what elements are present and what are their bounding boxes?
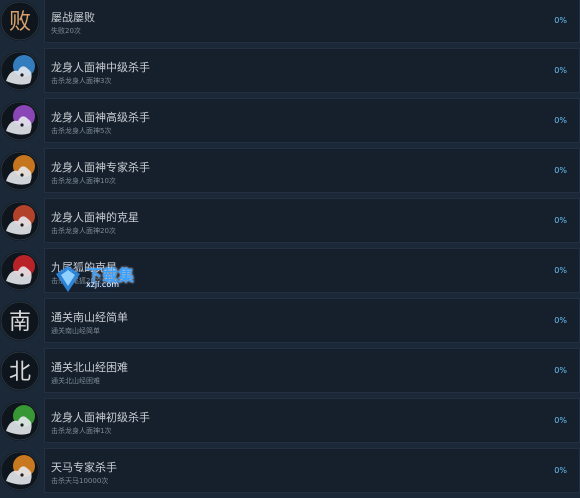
svg-text:败: 败	[9, 10, 31, 35]
achievement-row: 九尾狐的克星 击杀九尾狐20次 0%	[0, 248, 580, 298]
achievement-title: 屡战屡败	[51, 11, 95, 24]
heavenly-horse-icon-graphic	[0, 451, 40, 491]
dragon-god-orange-icon	[0, 151, 40, 191]
achievement-title: 通关北山经困难	[51, 361, 128, 374]
defeat-calligraphy-icon-graphic: 败	[0, 1, 40, 41]
dragon-god-orange-icon-graphic	[0, 151, 40, 191]
achievement-description: 击杀龙身人面神5次	[51, 127, 112, 135]
achievement-description: 击杀九尾狐20次	[51, 277, 102, 285]
dragon-god-red-icon	[0, 201, 40, 241]
achievement-title: 九尾狐的克星	[51, 261, 117, 274]
achievement-unlock-percent: 0%	[554, 66, 567, 75]
achievement-row: 南 通关南山经简单 通关南山经简单 0%	[0, 298, 580, 348]
achievement-unlock-percent: 0%	[554, 16, 567, 25]
heavenly-horse-icon	[0, 451, 40, 491]
achievement-title: 通关南山经简单	[51, 311, 128, 324]
achievement-panel[interactable]: 九尾狐的克星 击杀九尾狐20次 0%	[44, 248, 580, 293]
achievement-description: 击杀龙身人面神20次	[51, 227, 116, 235]
dragon-god-green-icon-graphic	[0, 401, 40, 441]
achievement-description: 击杀龙身人面神10次	[51, 177, 116, 185]
dragon-god-purple-icon	[0, 101, 40, 141]
achievement-title: 龙身人面神的克星	[51, 211, 139, 224]
achievement-title: 龙身人面神中级杀手	[51, 61, 150, 74]
achievement-title: 龙身人面神高级杀手	[51, 111, 150, 124]
achievement-panel[interactable]: 天马专家杀手 击杀天马10000次 0%	[44, 448, 580, 493]
achievement-unlock-percent: 0%	[554, 216, 567, 225]
achievement-unlock-percent: 0%	[554, 166, 567, 175]
achievement-panel[interactable]: 龙身人面神的克星 击杀龙身人面神20次 0%	[44, 198, 580, 243]
achievement-panel[interactable]: 龙身人面神初级杀手 击杀龙身人面神1次 0%	[44, 398, 580, 443]
north-mountain-calligraphy-icon-graphic: 北	[0, 351, 40, 391]
achievement-description: 击杀龙身人面神3次	[51, 77, 112, 85]
achievement-panel[interactable]: 屡战屡败 失败20次 0%	[44, 0, 580, 43]
dragon-god-blue-icon-graphic	[0, 51, 40, 91]
achievement-description: 通关北山经困难	[51, 377, 100, 385]
dragon-god-purple-icon-graphic	[0, 101, 40, 141]
achievement-panel[interactable]: 龙身人面神高级杀手 击杀龙身人面神5次 0%	[44, 98, 580, 143]
achievement-panel[interactable]: 龙身人面神专家杀手 击杀龙身人面神10次 0%	[44, 148, 580, 193]
nine-tailed-fox-icon-graphic	[0, 251, 40, 291]
achievement-description: 通关南山经简单	[51, 327, 100, 335]
achievement-row: 北 通关北山经困难 通关北山经困难 0%	[0, 348, 580, 398]
achievement-title: 龙身人面神初级杀手	[51, 411, 150, 424]
achievement-row: 龙身人面神中级杀手 击杀龙身人面神3次 0%	[0, 48, 580, 98]
achievement-row: 龙身人面神的克星 击杀龙身人面神20次 0%	[0, 198, 580, 248]
achievement-description: 击杀龙身人面神1次	[51, 427, 112, 435]
achievement-panel[interactable]: 龙身人面神中级杀手 击杀龙身人面神3次 0%	[44, 48, 580, 93]
achievement-row: 龙身人面神专家杀手 击杀龙身人面神10次 0%	[0, 148, 580, 198]
south-mountain-calligraphy-icon-graphic: 南	[0, 301, 40, 341]
achievement-description: 失败20次	[51, 27, 81, 35]
achievement-row: 龙身人面神初级杀手 击杀龙身人面神1次 0%	[0, 398, 580, 448]
dragon-god-blue-icon	[0, 51, 40, 91]
svg-text:北: 北	[9, 360, 31, 385]
achievement-panel[interactable]: 通关北山经困难 通关北山经困难 0%	[44, 348, 580, 393]
achievement-unlock-percent: 0%	[554, 266, 567, 275]
achievement-unlock-percent: 0%	[554, 316, 567, 325]
south-mountain-calligraphy-icon: 南	[0, 301, 40, 341]
achievement-row: 龙身人面神高级杀手 击杀龙身人面神5次 0%	[0, 98, 580, 148]
svg-text:南: 南	[9, 310, 31, 335]
achievement-list: 败 屡战屡败 失败20次 0% 龙身人面神中级杀手 击杀龙身人面神3次 0% 龙…	[0, 0, 580, 493]
achievement-description: 击杀天马10000次	[51, 477, 109, 485]
north-mountain-calligraphy-icon: 北	[0, 351, 40, 391]
achievement-title: 龙身人面神专家杀手	[51, 161, 150, 174]
dragon-god-red-icon-graphic	[0, 201, 40, 241]
achievement-unlock-percent: 0%	[554, 366, 567, 375]
achievement-row: 败 屡战屡败 失败20次 0%	[0, 0, 580, 48]
achievement-panel[interactable]: 通关南山经简单 通关南山经简单 0%	[44, 298, 580, 343]
achievement-unlock-percent: 0%	[554, 466, 567, 475]
achievement-row: 天马专家杀手 击杀天马10000次 0%	[0, 448, 580, 498]
nine-tailed-fox-icon	[0, 251, 40, 291]
achievement-unlock-percent: 0%	[554, 416, 567, 425]
achievement-unlock-percent: 0%	[554, 116, 567, 125]
defeat-calligraphy-icon: 败	[0, 1, 40, 41]
achievement-title: 天马专家杀手	[51, 461, 117, 474]
dragon-god-green-icon	[0, 401, 40, 441]
